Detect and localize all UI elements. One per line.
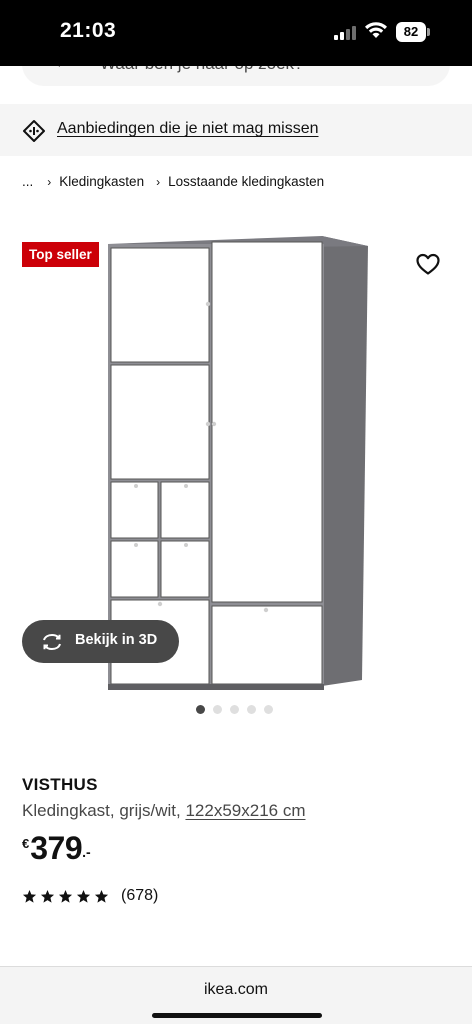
- breadcrumb-item-kledingkasten[interactable]: Kledingkasten: [59, 174, 144, 189]
- star-icon: [40, 889, 55, 903]
- cellular-signal-icon: [334, 26, 360, 40]
- search-placeholder: Waar ben je naar op zoek?: [100, 66, 304, 74]
- star-icon: [22, 889, 37, 903]
- product-description-text: Kledingkast, grijs/wit,: [22, 801, 181, 820]
- chevron-right-icon: ›: [47, 174, 52, 189]
- product-name: VISTHUS: [22, 775, 98, 794]
- rotate-3d-icon: [43, 633, 61, 651]
- star-icon: [76, 889, 91, 903]
- status-bar: 21:03 82: [0, 0, 472, 66]
- rating-stars: [22, 889, 109, 904]
- top-seller-badge: Top seller: [22, 242, 99, 267]
- promo-link[interactable]: Aanbiedingen die je niet mag missen: [57, 120, 319, 138]
- search-input[interactable]: Waar ben je naar op zoek?: [22, 66, 450, 86]
- view-in-3d-label: Bekijk in 3D: [75, 632, 158, 648]
- pagination-dot[interactable]: [230, 705, 239, 714]
- breadcrumb-item-losstaande[interactable]: Losstaande kledingkasten: [168, 174, 324, 189]
- pagination-dot[interactable]: [196, 705, 205, 714]
- breadcrumb: ... › Kledingkasten › Losstaande kleding…: [22, 174, 324, 189]
- price-value: 379: [30, 830, 83, 866]
- price-currency: €: [22, 836, 30, 851]
- product-rating[interactable]: (678): [22, 885, 158, 907]
- pagination-dot[interactable]: [247, 705, 256, 714]
- status-time: 21:03: [60, 19, 117, 42]
- view-in-3d-button[interactable]: Bekijk in 3D: [22, 620, 179, 663]
- product-gallery[interactable]: Top seller Bekijk in 3D: [0, 222, 472, 692]
- browser-address-bar[interactable]: ikea.com: [0, 966, 472, 1024]
- arrow-left-icon[interactable]: [50, 66, 66, 69]
- star-icon: [94, 889, 109, 903]
- wifi-icon: [365, 22, 387, 38]
- breadcrumb-ellipsis[interactable]: ...: [22, 174, 33, 189]
- product-size-link[interactable]: 122x59x216 cm: [185, 801, 305, 820]
- battery-icon: 82: [396, 22, 430, 42]
- price-tag-icon: [23, 120, 45, 142]
- search-container: Waar ben je naar op zoek?: [0, 66, 472, 104]
- product-price: € 379 .-: [22, 830, 91, 870]
- battery-level: 82: [396, 22, 426, 42]
- product-description: Kledingkast, grijs/wit, 122x59x216 cm: [22, 801, 306, 821]
- star-icon: [58, 889, 73, 903]
- review-count[interactable]: (678): [121, 887, 158, 905]
- browser-domain[interactable]: ikea.com: [0, 981, 472, 999]
- gallery-pagination: [196, 705, 273, 715]
- home-indicator: [152, 1013, 322, 1018]
- pagination-dot[interactable]: [213, 705, 222, 714]
- heart-icon[interactable]: [415, 252, 441, 276]
- price-suffix: .-: [82, 844, 91, 860]
- pagination-dot[interactable]: [264, 705, 273, 714]
- promo-banner[interactable]: Aanbiedingen die je niet mag missen: [0, 104, 472, 156]
- chevron-right-icon: ›: [156, 174, 161, 189]
